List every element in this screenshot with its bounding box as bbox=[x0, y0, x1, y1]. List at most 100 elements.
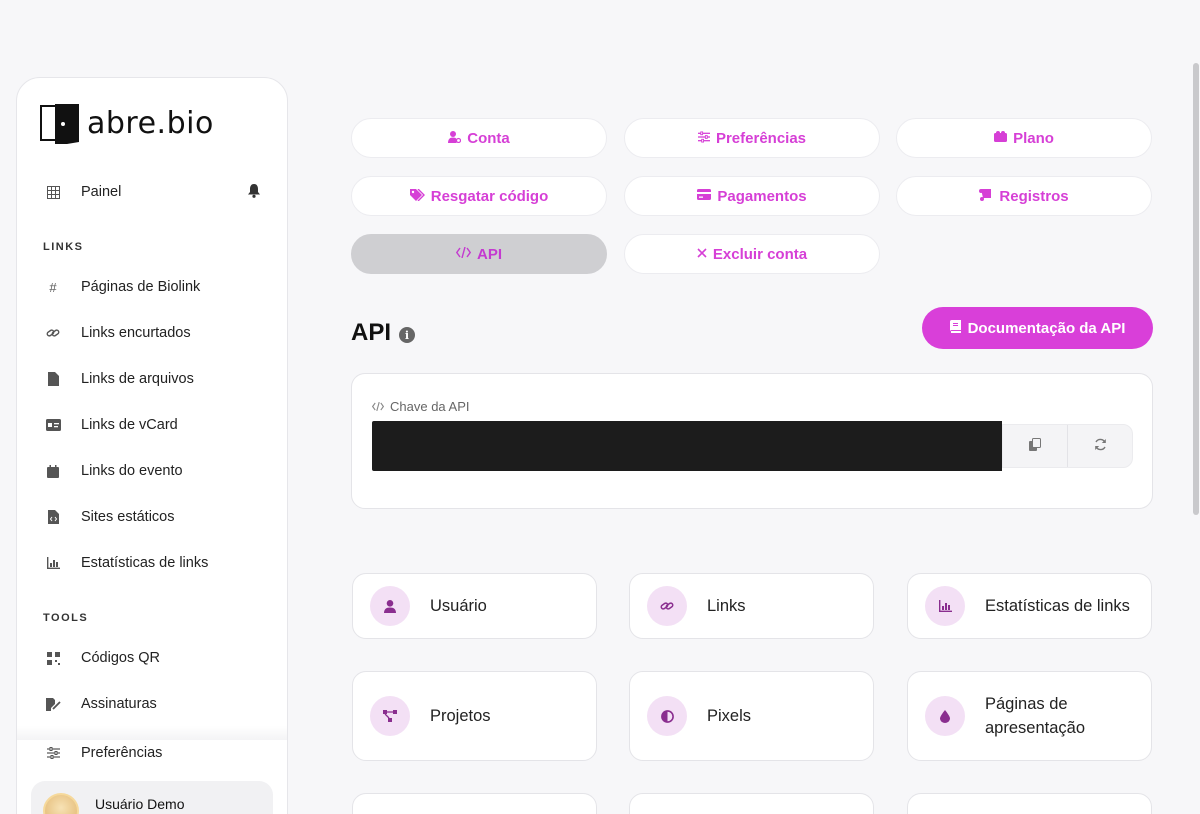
credit-card-icon bbox=[697, 189, 712, 203]
grid-icon bbox=[45, 184, 61, 200]
sidebar-item-dashboard[interactable]: Painel bbox=[45, 181, 121, 203]
refresh-icon bbox=[1094, 438, 1107, 454]
tab-label: Pagamentos bbox=[717, 187, 807, 205]
sidebar-item-short-links[interactable]: Links encurtados bbox=[45, 322, 191, 344]
api-key-label-text: Chave da API bbox=[390, 399, 470, 414]
calendar-icon bbox=[45, 463, 61, 479]
feature-card-link-stats[interactable]: Estatísticas de links bbox=[907, 573, 1152, 639]
sidebar-item-label: Códigos QR bbox=[81, 650, 160, 666]
api-key-label: Chave da API bbox=[371, 399, 470, 414]
regenerate-button[interactable] bbox=[1067, 425, 1132, 467]
bell-icon[interactable] bbox=[247, 183, 263, 199]
sidebar-item-label: Sites estáticos bbox=[81, 509, 175, 525]
info-icon[interactable]: i bbox=[399, 327, 416, 343]
sidebar-item-event-links[interactable]: Links do evento bbox=[45, 460, 183, 482]
tab-preferences[interactable]: Preferências bbox=[624, 118, 880, 158]
feature-card-links[interactable]: Links bbox=[629, 573, 874, 639]
sidebar-item-qr-codes[interactable]: Códigos QR bbox=[45, 647, 160, 669]
tags-icon bbox=[409, 188, 425, 204]
sidebar-item-vcard-links[interactable]: Links de vCard bbox=[45, 414, 178, 436]
user-menu[interactable]: Usuário Demo bbox=[31, 781, 273, 814]
user-cog-icon bbox=[448, 130, 462, 146]
tab-api[interactable]: API bbox=[351, 234, 607, 274]
feature-card-splash-pages[interactable]: Páginas de apresentação bbox=[907, 671, 1152, 761]
api-documentation-button[interactable]: Documentação da API bbox=[922, 307, 1153, 349]
chart-icon bbox=[45, 555, 61, 571]
brand-name: abre.bio bbox=[87, 105, 214, 141]
sidebar-item-label: Estatísticas de links bbox=[81, 555, 209, 571]
tab-label: Plano bbox=[1013, 129, 1054, 147]
signature-icon bbox=[45, 696, 61, 712]
sidebar-item-label: Painel bbox=[81, 184, 122, 200]
sidebar-item-label: Links encurtados bbox=[81, 325, 191, 341]
links-section-label: LINKS bbox=[43, 241, 84, 253]
tab-delete-account[interactable]: Excluir conta bbox=[624, 234, 880, 274]
hash-icon: # bbox=[49, 279, 57, 295]
feature-label: Estatísticas de links bbox=[985, 597, 1130, 615]
api-key-actions bbox=[1002, 424, 1133, 468]
sidebar-divider bbox=[17, 726, 287, 740]
code-icon bbox=[371, 399, 385, 414]
book-icon bbox=[949, 319, 961, 337]
tab-account[interactable]: Conta bbox=[351, 118, 607, 158]
page-title-row: API i bbox=[351, 319, 416, 347]
tab-label: Registros bbox=[999, 187, 1069, 205]
tab-label: API bbox=[476, 245, 502, 263]
chart-icon bbox=[925, 586, 965, 626]
feature-label: Páginas de apresentação bbox=[985, 695, 1085, 737]
avatar bbox=[43, 793, 79, 814]
sidebar-item-file-links[interactable]: Links de arquivos bbox=[45, 368, 194, 390]
link-icon bbox=[647, 586, 687, 626]
file-code-icon bbox=[45, 509, 61, 525]
copy-icon bbox=[1029, 438, 1041, 454]
sidebar-item-signatures[interactable]: Assinaturas bbox=[45, 693, 157, 715]
id-card-icon bbox=[45, 417, 61, 433]
brand-logo[interactable]: abre.bio bbox=[39, 102, 214, 146]
feature-card-user[interactable]: Usuário bbox=[352, 573, 597, 639]
api-key-card: Chave da API bbox=[351, 373, 1153, 509]
tab-label: Preferências bbox=[715, 129, 807, 147]
sidebar-item-preferences[interactable]: Preferências bbox=[45, 742, 162, 764]
tab-label: Resgatar código bbox=[430, 187, 549, 205]
feature-label: Links bbox=[707, 597, 746, 615]
feature-label: Pixels bbox=[707, 707, 752, 725]
times-icon bbox=[697, 247, 707, 261]
door-logo-icon bbox=[39, 102, 81, 146]
tab-redeem-code[interactable]: Resgatar código bbox=[351, 176, 607, 216]
feature-card-projects[interactable]: Projetos bbox=[352, 671, 597, 761]
feature-card-more[interactable] bbox=[629, 793, 874, 814]
feature-card-more[interactable] bbox=[907, 793, 1152, 814]
sidebar: abre.bio Painel LINKS # Páginas de Bioli… bbox=[16, 77, 288, 814]
sidebar-item-biolink-pages[interactable]: # Páginas de Biolink bbox=[45, 276, 200, 298]
scroll-icon bbox=[979, 188, 993, 204]
sidebar-item-label: Links do evento bbox=[81, 463, 183, 479]
page-scrollbar[interactable] bbox=[1193, 63, 1199, 515]
tab-logs[interactable]: Registros bbox=[896, 176, 1152, 216]
adjust-icon bbox=[647, 696, 687, 736]
copy-button[interactable] bbox=[1003, 425, 1067, 467]
code-icon bbox=[455, 246, 472, 261]
sidebar-item-label: Links de arquivos bbox=[81, 371, 194, 387]
project-diagram-icon bbox=[370, 696, 410, 736]
sidebar-item-static-sites[interactable]: Sites estáticos bbox=[45, 506, 175, 528]
feature-card-pixels[interactable]: Pixels bbox=[629, 671, 874, 761]
tools-section-label: TOOLS bbox=[43, 612, 89, 624]
droplet-icon bbox=[925, 696, 965, 736]
tab-label: Excluir conta bbox=[712, 245, 808, 263]
qr-icon bbox=[45, 650, 61, 666]
api-key-field[interactable] bbox=[372, 421, 1002, 471]
tab-payments[interactable]: Pagamentos bbox=[624, 176, 880, 216]
sidebar-item-label: Páginas de Biolink bbox=[81, 279, 201, 295]
sidebar-item-label: Links de vCard bbox=[81, 417, 178, 433]
user-name: Usuário Demo bbox=[95, 796, 185, 812]
file-icon bbox=[45, 371, 61, 387]
sidebar-item-label: Assinaturas bbox=[81, 696, 157, 712]
feature-card-more[interactable] bbox=[352, 793, 597, 814]
page-title: API bbox=[351, 319, 392, 346]
link-icon bbox=[45, 325, 61, 341]
feature-label: Usuário bbox=[430, 597, 487, 615]
tab-plan[interactable]: Plano bbox=[896, 118, 1152, 158]
sidebar-item-link-stats[interactable]: Estatísticas de links bbox=[45, 552, 208, 574]
doc-button-label: Documentação da API bbox=[967, 319, 1126, 337]
sliders-icon bbox=[697, 130, 710, 146]
